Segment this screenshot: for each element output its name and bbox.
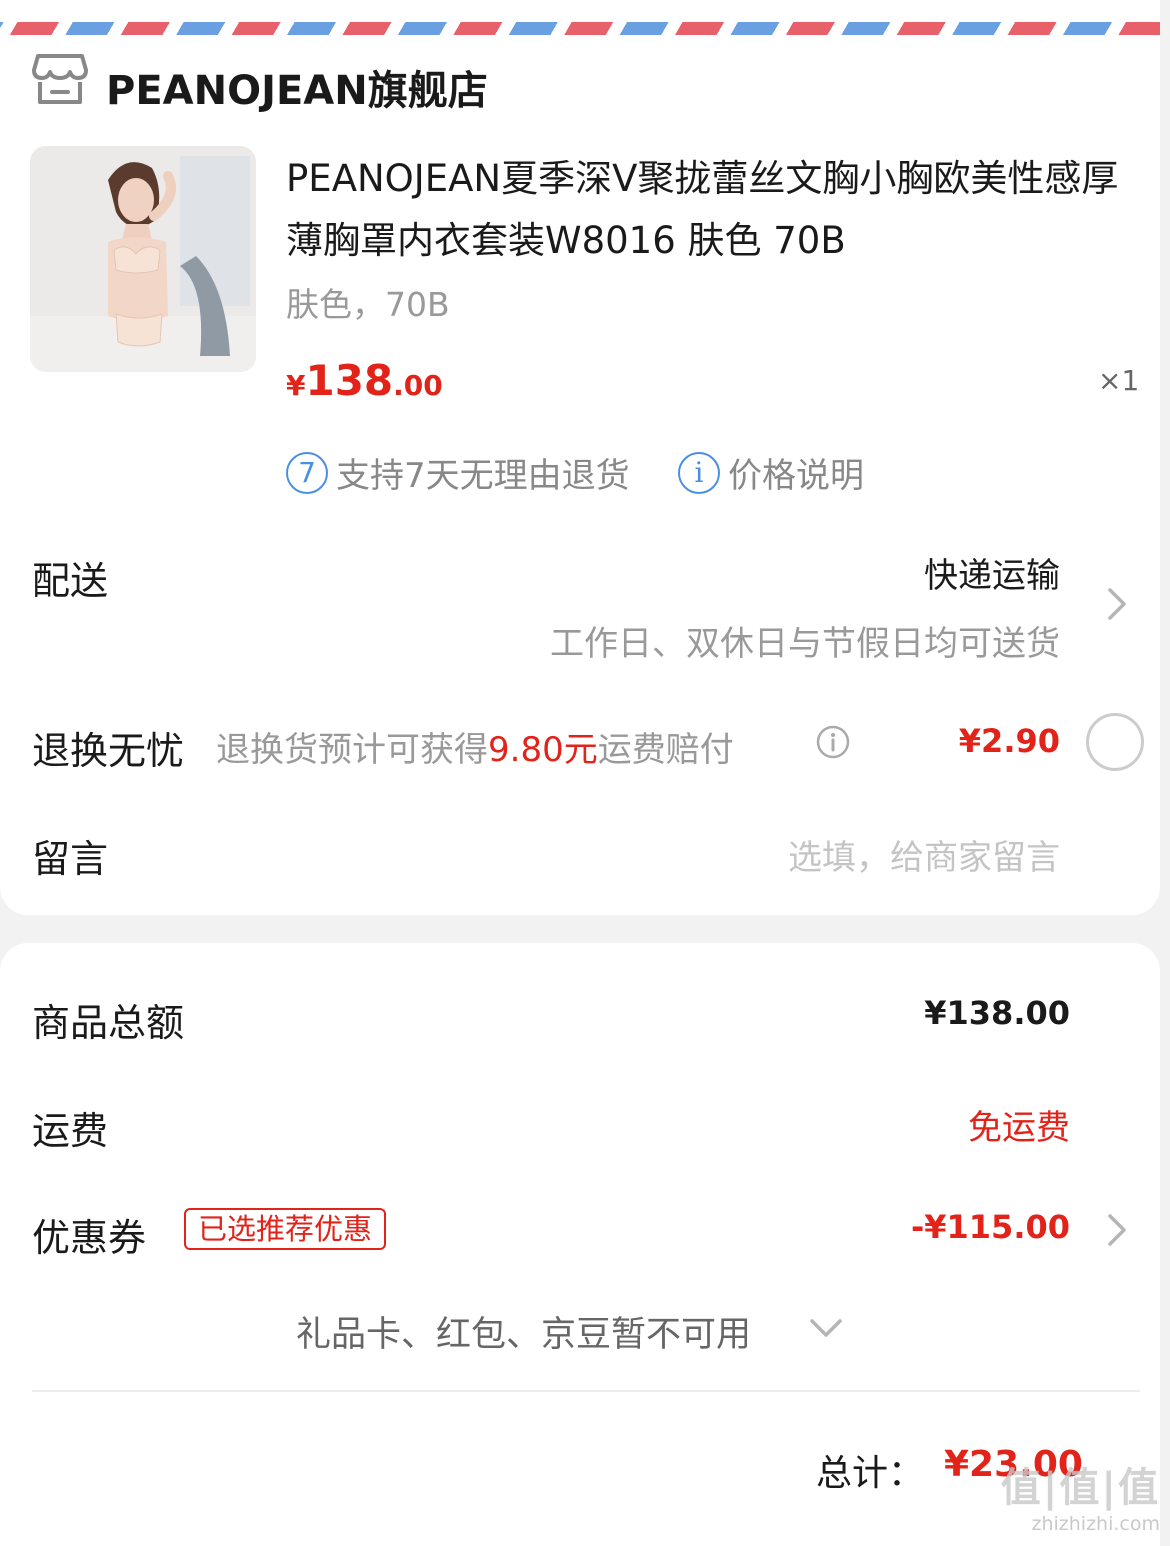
chevron-down-icon[interactable] <box>808 1316 844 1340</box>
goods-total-label: 商品总额 <box>32 1001 185 1045</box>
service-label: 支持7天无理由退货 <box>336 456 630 496</box>
return-insurance-price: ¥2.90 <box>958 722 1060 760</box>
delivery-method[interactable]: 快递运输 <box>924 548 1060 597</box>
info-icon: i <box>678 451 720 494</box>
message-label: 留言 <box>32 837 109 881</box>
watermark: 值|值|值 zhizhizhi.com <box>1001 1455 1160 1535</box>
price-currency: ¥ <box>286 369 306 402</box>
seven-day-return-icon: 7 <box>286 451 328 494</box>
shipping-value: 免运费 <box>968 1108 1070 1148</box>
goods-total-value: ¥138.00 <box>924 994 1070 1032</box>
return-desc-prefix: 退换货预计可获得 <box>216 730 488 770</box>
info-icon[interactable] <box>816 725 850 759</box>
product-photo-illustration <box>30 146 256 372</box>
product-quantity: ×1 <box>1098 364 1140 397</box>
summary-divider <box>32 1390 1140 1392</box>
service-label: 价格说明 <box>728 456 864 496</box>
return-insurance-label: 退换无忧 <box>32 729 185 773</box>
return-desc-suffix: 运费赔付 <box>597 730 734 770</box>
shop-name[interactable]: PEANOJEAN旗舰店 <box>106 58 488 116</box>
coupon-value[interactable]: -¥115.00 <box>911 1208 1070 1246</box>
order-info-card: PEANOJEAN旗舰店 PEANOJEAN夏季深V聚拢蕾丝文胸小胸欧美性感厚薄… <box>0 0 1160 915</box>
coupon-label: 优惠券 <box>32 1216 147 1260</box>
price-integer: 138 <box>305 356 394 405</box>
airmail-stripe <box>0 22 1160 35</box>
total-label: 总计： <box>816 1453 925 1494</box>
unavailable-payments[interactable]: 礼品卡、红包、京豆暂不可用 <box>296 1306 751 1357</box>
chevron-right-icon[interactable] <box>1106 586 1128 622</box>
product-image[interactable] <box>30 146 256 372</box>
return-insurance-desc: 退换货预计可获得9.80元运费赔付 <box>216 722 734 771</box>
product-title[interactable]: PEANOJEAN夏季深V聚拢蕾丝文胸小胸欧美性感厚薄胸罩内衣套装W8016 肤… <box>286 148 1136 272</box>
return-desc-amount: 9.80元 <box>488 730 598 770</box>
message-input[interactable]: 选填，给商家留言 <box>788 830 1060 879</box>
delivery-label: 配送 <box>32 559 109 603</box>
store-icon <box>32 54 88 104</box>
product-price: ¥138.00 <box>286 356 443 405</box>
coupon-tag: 已选推荐优惠 <box>184 1208 387 1250</box>
service-price-explain[interactable]: i 价格说明 <box>678 448 864 497</box>
delivery-note: 工作日、双休日与节假日均可送货 <box>550 624 1060 664</box>
shipping-label: 运费 <box>32 1109 109 1153</box>
price-decimal: .00 <box>393 369 443 402</box>
product-sku: 肤色，70B <box>286 285 450 324</box>
chevron-right-icon[interactable] <box>1106 1212 1128 1248</box>
service-return-7day[interactable]: 7 支持7天无理由退货 <box>286 448 630 497</box>
watermark-logo: 值|值|值 <box>1000 1465 1160 1511</box>
watermark-url: zhizhizhi.com <box>1031 1513 1160 1535</box>
return-insurance-radio[interactable] <box>1086 713 1144 771</box>
